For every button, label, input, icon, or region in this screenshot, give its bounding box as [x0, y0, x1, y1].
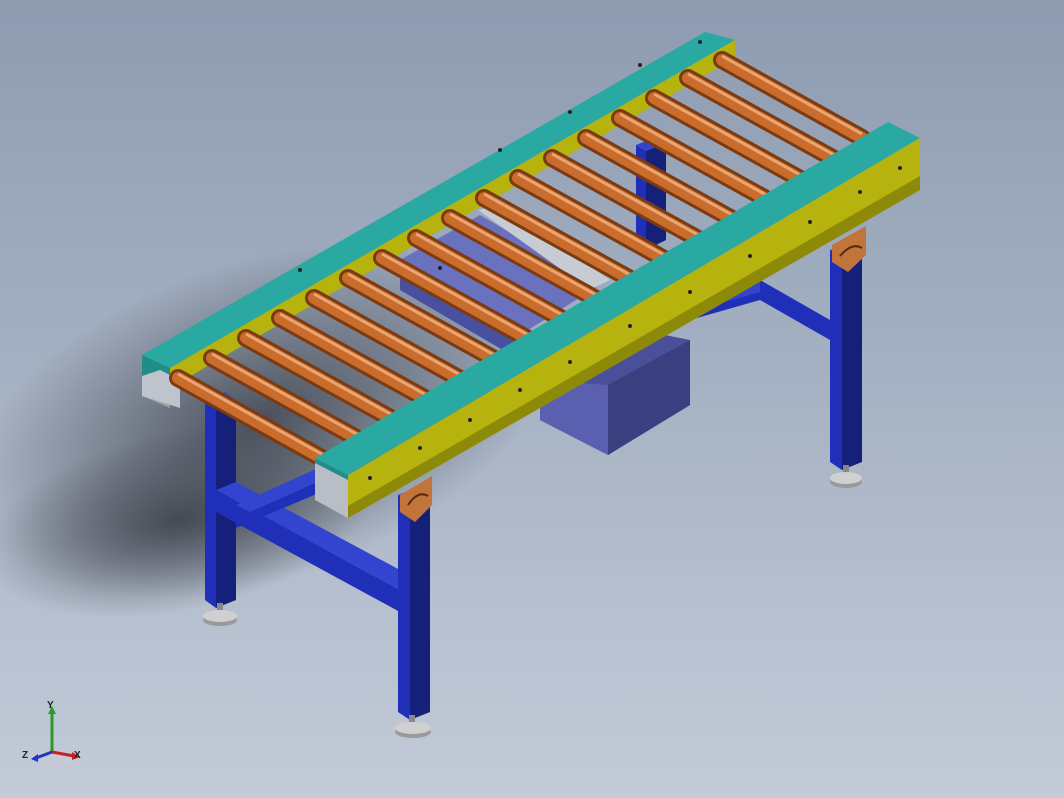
x-axis-label: X: [74, 750, 81, 761]
back-leg-right: [636, 137, 666, 250]
3d-model-viewport[interactable]: Y X Z: [0, 0, 1064, 798]
foot-front-left: [203, 603, 237, 626]
conveyor-model: [0, 32, 920, 738]
y-axis-label: Y: [47, 700, 54, 711]
front-leg-right: [398, 487, 430, 720]
foot-front-right: [395, 715, 431, 738]
axis-triad-graphic: [31, 706, 80, 770]
foot-back-right: [830, 465, 862, 488]
z-axis-label: Z: [22, 750, 29, 761]
back-leg-far-right: [830, 242, 862, 470]
coordinate-triad: Y X Z: [18, 700, 98, 780]
